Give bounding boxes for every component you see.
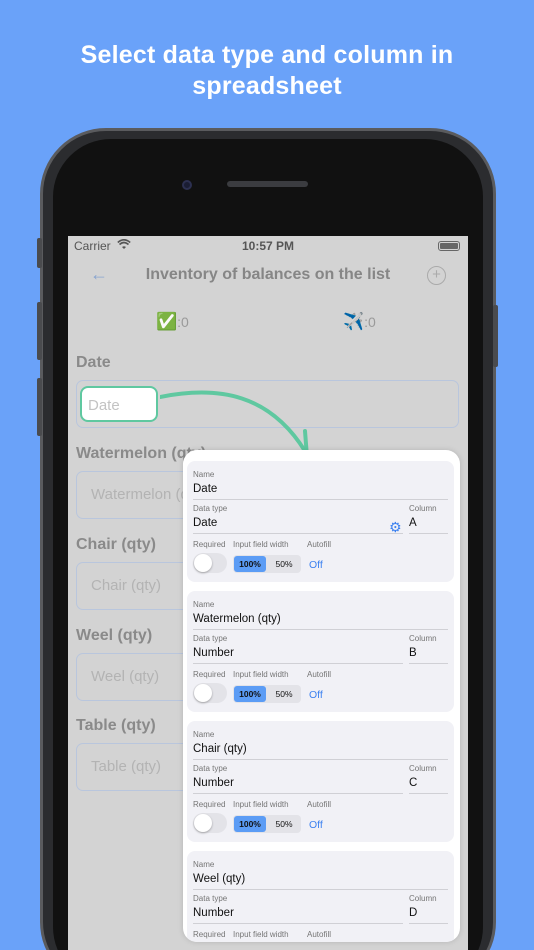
autofill-label: Autofill [307, 670, 332, 679]
page-title: Inventory of balances on the list [145, 266, 391, 283]
required-label: Required [193, 800, 226, 809]
nav-bar: ← Inventory of balances on the list + [68, 264, 468, 290]
autofill-value[interactable]: Off [309, 559, 323, 571]
phone-mute-switch [37, 238, 42, 268]
data-type-value[interactable]: Date [193, 517, 217, 529]
required-label: Required [193, 540, 226, 549]
settings-card-chair: Name Chair (qty) Data type Number Column… [187, 721, 454, 842]
autofill-value[interactable]: Off [309, 819, 323, 831]
width-option-50[interactable]: 50% [268, 816, 300, 832]
status-bar: Carrier 10:57 PM [68, 236, 468, 256]
column-settings-panel: Name Date Data type Date ⚙ Column A Requ… [183, 450, 460, 942]
sent-count: :0 [364, 314, 376, 330]
chair-placeholder: Chair (qty) [91, 577, 162, 594]
settings-card-weel: Name Weel (qty) Data type Number Column … [187, 851, 454, 942]
autofill-label: Autofill [307, 930, 332, 939]
phone-volume-up [37, 302, 42, 360]
add-circle-icon[interactable]: + [427, 266, 446, 285]
required-label: Required [193, 670, 226, 679]
width-segmented-control: 100% 50% [233, 685, 301, 703]
autofill-value[interactable]: Off [309, 689, 323, 701]
width-segmented-control: 100% 50% [233, 815, 301, 833]
column-value[interactable]: B [409, 647, 417, 659]
column-label: Column [409, 764, 437, 773]
phone-power-button [493, 305, 498, 367]
data-type-label: Data type [193, 634, 228, 643]
field-label-table: Table (qty) [76, 717, 156, 734]
width-option-100[interactable]: 100% [234, 686, 266, 702]
field-label-chair: Chair (qty) [76, 536, 156, 553]
width-option-50[interactable]: 50% [268, 556, 300, 572]
headline-line-2: spreadsheet [192, 72, 342, 100]
data-type-value[interactable]: Number [193, 777, 234, 789]
column-label: Column [409, 894, 437, 903]
table-placeholder: Table (qty) [91, 758, 162, 775]
done-counter: ✅:0 [156, 312, 189, 332]
name-label: Name [193, 470, 215, 479]
width-option-100[interactable]: 100% [234, 556, 266, 572]
check-icon: ✅ [156, 312, 178, 331]
field-label-weel: Weel (qty) [76, 627, 153, 644]
width-segmented-control: 100% 50% [233, 555, 301, 573]
column-label: Column [409, 634, 437, 643]
data-type-value[interactable]: Number [193, 907, 234, 919]
settings-card-watermelon: Name Watermelon (qty) Data type Number C… [187, 591, 454, 712]
battery-icon [438, 241, 460, 251]
name-label: Name [193, 730, 215, 739]
data-type-label: Data type [193, 894, 228, 903]
required-toggle[interactable] [193, 683, 227, 703]
name-value[interactable]: Weel (qty) [193, 873, 245, 885]
airplane-icon: ✈️ [343, 312, 365, 331]
required-label: Required [193, 930, 226, 939]
required-toggle[interactable] [193, 553, 227, 573]
data-type-label: Data type [193, 764, 228, 773]
data-type-value[interactable]: Number [193, 647, 234, 659]
width-label: Input field width [233, 540, 289, 549]
sent-counter: ✈️:0 [343, 312, 376, 332]
name-value[interactable]: Chair (qty) [193, 743, 247, 755]
speaker-grille [227, 181, 308, 187]
column-label: Column [409, 504, 437, 513]
autofill-label: Autofill [307, 800, 332, 809]
width-label: Input field width [233, 670, 289, 679]
column-value[interactable]: A [409, 517, 417, 529]
headline-line-1: Select data type and column in [80, 41, 454, 69]
width-option-100[interactable]: 100% [234, 816, 266, 832]
settings-card-date: Name Date Data type Date ⚙ Column A Requ… [187, 461, 454, 582]
done-count: :0 [177, 314, 189, 330]
width-label: Input field width [233, 930, 289, 939]
required-toggle[interactable] [193, 813, 227, 833]
name-value[interactable]: Date [193, 483, 217, 495]
width-label: Input field width [233, 800, 289, 809]
column-value[interactable]: C [409, 777, 417, 789]
field-label-date: Date [76, 354, 111, 371]
gear-icon[interactable]: ⚙ [389, 519, 402, 536]
weel-placeholder: Weel (qty) [91, 668, 160, 685]
headline: Select data type and column in spreadshe… [0, 40, 534, 102]
autofill-label: Autofill [307, 540, 332, 549]
camera-icon [182, 180, 192, 190]
width-option-50[interactable]: 50% [268, 686, 300, 702]
name-label: Name [193, 860, 215, 869]
date-input-placeholder: Date [88, 397, 120, 414]
data-type-label: Data type [193, 504, 228, 513]
name-value[interactable]: Watermelon (qty) [193, 613, 281, 625]
date-input[interactable]: Date [80, 386, 158, 422]
column-value[interactable]: D [409, 907, 417, 919]
phone-volume-down [37, 378, 42, 436]
name-label: Name [193, 600, 215, 609]
status-time: 10:57 PM [241, 239, 295, 253]
